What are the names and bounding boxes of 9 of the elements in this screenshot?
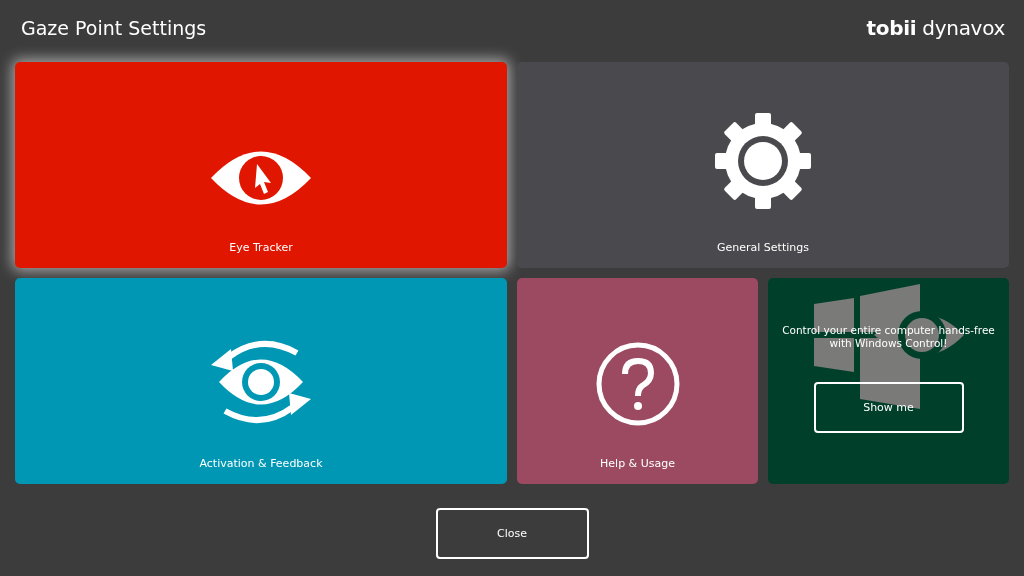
settings-tile[interactable]: Eye Tracker xyxy=(15,62,507,268)
window-title: Gaze Point Settings xyxy=(21,17,207,39)
close-button[interactable]: Close xyxy=(435,508,589,559)
show-me-button[interactable]: Show me xyxy=(813,382,964,433)
settings-tile[interactable]: Help & Usage xyxy=(517,278,758,484)
gear-icon xyxy=(713,111,813,211)
brand-logo: tobii dynavox xyxy=(866,16,1005,40)
settings-tile[interactable]: General Settings xyxy=(517,62,1009,268)
help-icon xyxy=(594,341,681,427)
